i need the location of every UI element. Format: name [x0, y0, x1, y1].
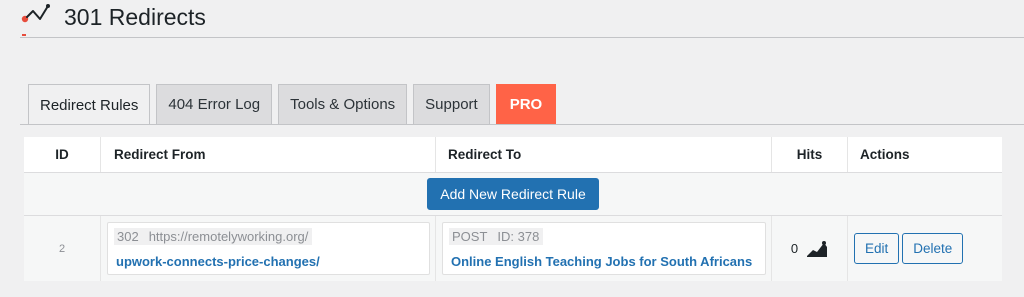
rule-id: 2 [24, 216, 101, 281]
redirect-from-meta: 302 https://remotelyworking.org/ [114, 228, 313, 245]
redirects-table: ID Redirect From Redirect To Hits Action… [24, 137, 1002, 281]
redirect-to-type: POST [452, 229, 488, 244]
column-header-redirect-to: Redirect To [436, 137, 772, 172]
edit-button[interactable]: Edit [854, 233, 900, 264]
table-row: 2 302 https://remotelyworking.org/ upwor… [24, 216, 1002, 281]
page-header: 301 Redirects [0, 0, 1024, 40]
tab-404-error-log[interactable]: 404 Error Log [156, 84, 273, 124]
redirect-logo-icon [21, 4, 50, 36]
header-divider [20, 37, 1024, 38]
column-header-id: ID [24, 137, 101, 172]
redirect-to-meta: POST ID: 378 [449, 228, 544, 245]
redirect-from-box[interactable]: 302 https://remotelyworking.org/ upwork-… [107, 222, 430, 275]
tab-bar: Redirect Rules 404 Error Log Tools & Opt… [28, 84, 557, 125]
redirect-to-title-link[interactable]: Online English Teaching Jobs for South A… [451, 254, 752, 269]
column-header-hits: Hits [772, 137, 848, 172]
chart-icon[interactable] [806, 240, 828, 258]
hits-cell: 0 [772, 216, 848, 281]
column-header-redirect-from: Redirect From [101, 137, 436, 172]
tab-redirect-rules[interactable]: Redirect Rules [28, 84, 151, 125]
redirect-from-base-url: https://remotelyworking.org/ [148, 229, 309, 244]
redirect-to-box[interactable]: POST ID: 378 Online English Teaching Job… [442, 222, 766, 275]
table-header: ID Redirect From Redirect To Hits Action… [24, 137, 1002, 172]
column-header-actions: Actions [860, 147, 910, 162]
tab-pro[interactable]: PRO [495, 84, 557, 124]
redirect-to-cell: POST ID: 378 Online English Teaching Job… [436, 216, 772, 281]
hits-count: 0 [790, 241, 799, 256]
redirect-from-cell: 302 https://remotelyworking.org/ upwork-… [101, 216, 436, 281]
tab-tools-options[interactable]: Tools & Options [278, 84, 408, 124]
redirect-status-code: 302 [117, 229, 139, 244]
add-new-redirect-rule-button[interactable]: Add New Redirect Rule [427, 178, 599, 210]
tab-support[interactable]: Support [413, 84, 490, 124]
actions-cell: Edit Delete [848, 216, 1002, 281]
add-rule-row: Add New Redirect Rule [24, 172, 1002, 216]
delete-button[interactable]: Delete [902, 233, 964, 264]
redirect-to-post-id: ID: 378 [497, 229, 540, 244]
tabs-divider [20, 124, 1024, 125]
page-title: 301 Redirects [64, 4, 206, 30]
redirect-from-path-link[interactable]: upwork-connects-price-changes/ [116, 254, 320, 269]
